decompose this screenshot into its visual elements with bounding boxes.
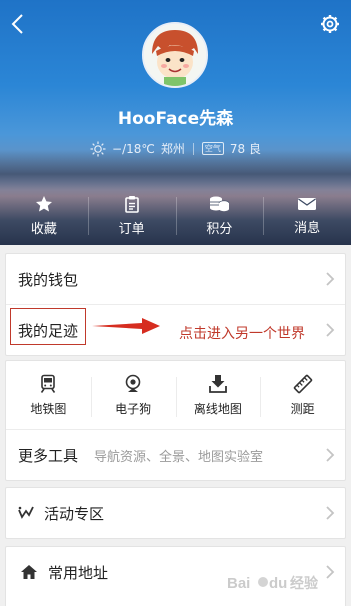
ruler-icon [293, 374, 312, 393]
clipboard-icon [124, 196, 139, 213]
coins-icon [210, 196, 230, 212]
tool-label: 测距 [290, 401, 315, 416]
watermark-text: 经验 [290, 576, 318, 592]
aqi-value: 78 良 [229, 142, 261, 156]
annotation-text: 点击进入另一个世界 [179, 326, 305, 342]
activity-zone-label: 活动专区 [44, 504, 105, 523]
quick-action-orders[interactable]: 订单 [87, 187, 176, 245]
username: HooFace先森 [117, 109, 234, 129]
more-tools-row[interactable]: 更多工具 导航资源、全景、地图实验室 [6, 430, 345, 480]
chevron-right-icon [326, 272, 335, 286]
subway-icon [41, 374, 56, 393]
weather-divider [192, 142, 194, 155]
envelope-icon [298, 198, 317, 210]
star-icon [35, 196, 52, 212]
quick-action-favorites[interactable]: 收藏 [0, 187, 88, 245]
baidu-logo-icon: Bai du [227, 575, 287, 592]
quick-action-messages[interactable]: 消息 [263, 187, 351, 245]
city: 郑州 [160, 142, 185, 156]
tool-speed-camera[interactable]: 电子狗 [90, 361, 176, 429]
svg-text:du: du [269, 575, 287, 592]
tool-measure-distance[interactable]: 测距 [260, 361, 345, 429]
common-address-label: 常用地址 [48, 563, 109, 582]
cartoon-avatar-icon [144, 24, 206, 86]
my-wallet-row[interactable]: 我的钱包 [6, 254, 345, 304]
quick-action-label: 消息 [294, 221, 321, 236]
arrow-right-icon [92, 318, 160, 334]
aqi-badge: 空气 [201, 142, 224, 155]
activity-icon [18, 506, 34, 519]
chevron-right-icon [326, 506, 335, 520]
settings-button[interactable] [320, 14, 340, 34]
tool-label: 离线地图 [193, 401, 242, 416]
more-tools-description: 导航资源、全景、地图实验室 [94, 449, 264, 465]
activity-zone-row[interactable]: 活动专区 [6, 488, 345, 538]
tool-label: 地铁图 [30, 401, 67, 416]
more-tools-label: 更多工具 [18, 446, 79, 465]
gear-icon [321, 15, 339, 33]
quick-action-label: 收藏 [30, 222, 57, 237]
footprint-highlight-box [10, 308, 86, 345]
home-icon [21, 565, 37, 579]
temperature: −/18℃ [112, 141, 155, 156]
avatar[interactable] [142, 22, 208, 88]
chevron-left-icon [11, 14, 23, 34]
download-icon [208, 374, 227, 393]
sun-icon [90, 141, 106, 156]
my-wallet-label: 我的钱包 [18, 270, 79, 289]
tool-label: 电子狗 [115, 401, 152, 416]
quick-action-points[interactable]: 积分 [175, 187, 264, 245]
camera-icon [125, 374, 141, 392]
quick-actions-bar: 收藏 订单 积分 消息 [0, 187, 351, 245]
activity-card: 活动专区 [5, 487, 346, 539]
quick-action-label: 积分 [206, 222, 233, 237]
chevron-right-icon [326, 323, 335, 337]
tools-grid: 地铁图 电子狗 离线地图 测距 [6, 361, 345, 429]
svg-text:Bai: Bai [227, 575, 250, 592]
profile-header: HooFace先森 −/18℃ 郑州 空气 78 良 收藏 订单 积分 消息 [0, 0, 351, 245]
baidu-watermark: Bai du 经验 [227, 568, 345, 598]
tools-card: 地铁图 电子狗 离线地图 测距 更多工具 导航资源、全景、地图实验室 [5, 360, 346, 481]
quick-action-label: 订单 [118, 222, 145, 237]
back-button[interactable] [8, 12, 28, 36]
weather-bar: −/18℃ 郑州 空气 78 良 [0, 140, 351, 157]
chevron-right-icon [326, 448, 335, 462]
tool-subway-map[interactable]: 地铁图 [6, 361, 91, 429]
tool-offline-map[interactable]: 离线地图 [175, 361, 261, 429]
